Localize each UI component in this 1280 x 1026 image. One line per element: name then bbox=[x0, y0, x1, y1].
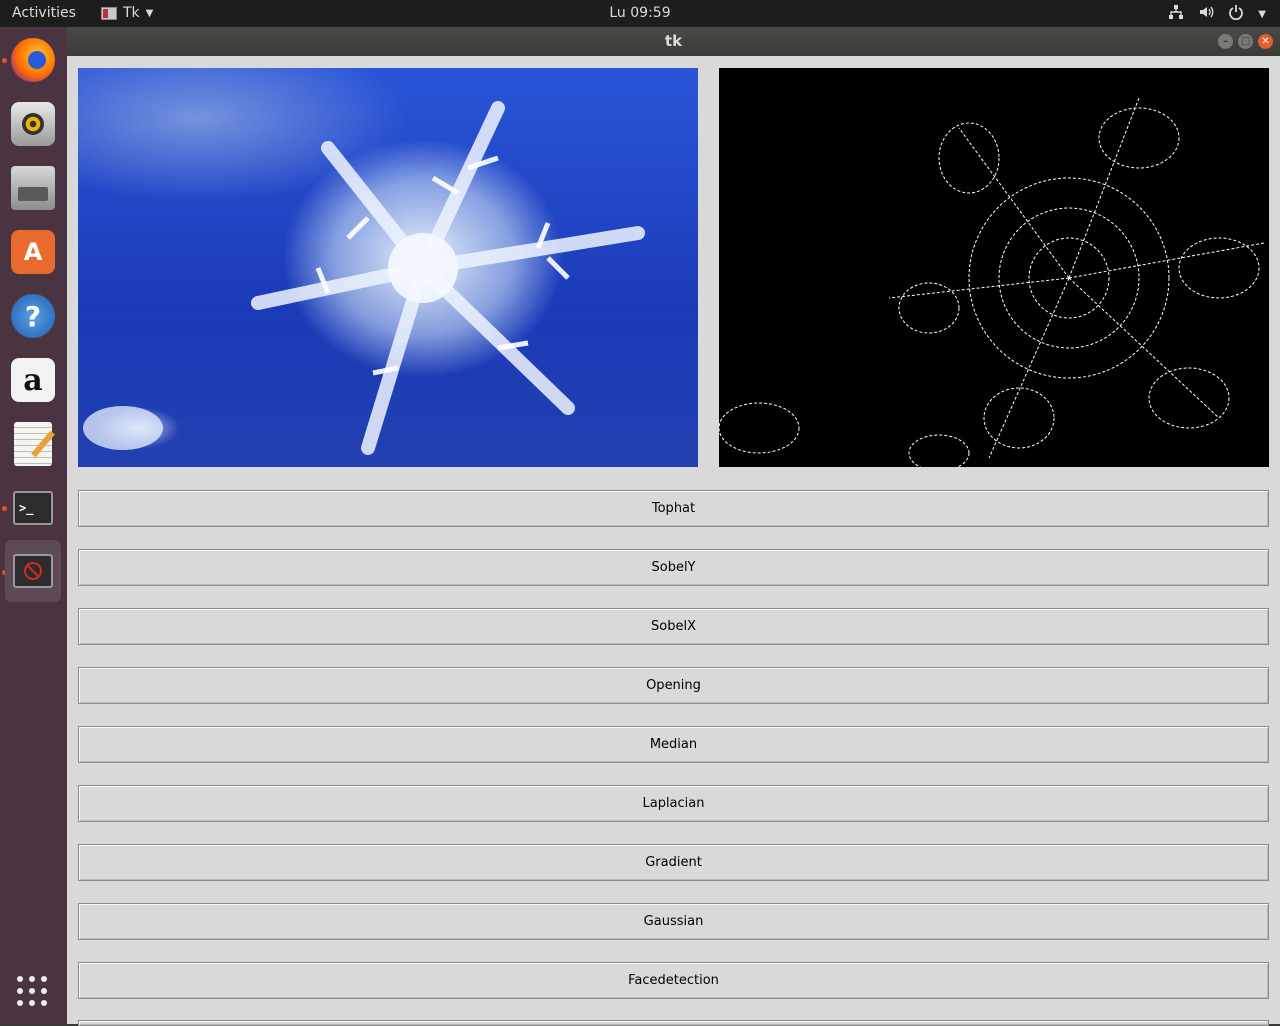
software-bag-icon: A bbox=[11, 230, 55, 274]
tk-app-icon bbox=[13, 554, 53, 588]
tophat-button[interactable]: Tophat bbox=[78, 490, 1269, 527]
app-window: tk – □ ✕ Tophat SobelY SobelX Opening Me… bbox=[67, 27, 1280, 1026]
dock: A ? a >_ bbox=[0, 27, 67, 1024]
gaussian-button[interactable]: Gaussian bbox=[78, 903, 1269, 940]
window-title: tk bbox=[664, 32, 683, 50]
dock-item-rhythmbox[interactable] bbox=[5, 96, 61, 152]
median-button[interactable]: Median bbox=[78, 726, 1269, 763]
text-editor-icon bbox=[14, 422, 55, 466]
minimize-icon[interactable]: – bbox=[1218, 34, 1233, 49]
dock-item-software[interactable]: A bbox=[5, 224, 61, 280]
facedetection-button[interactable]: Facedetection bbox=[78, 962, 1269, 999]
power-icon bbox=[1228, 4, 1244, 24]
window-titlebar[interactable]: tk – □ ✕ bbox=[67, 27, 1280, 56]
rhythmbox-icon bbox=[11, 102, 55, 146]
maximize-icon[interactable]: □ bbox=[1238, 34, 1253, 49]
dock-item-text-editor[interactable] bbox=[5, 416, 61, 472]
sobelx-button[interactable]: SobelX bbox=[78, 608, 1269, 645]
show-apps-grid-icon[interactable] bbox=[17, 976, 49, 1008]
dock-item-help[interactable]: ? bbox=[5, 288, 61, 344]
firefox-icon bbox=[11, 38, 55, 82]
network-icon bbox=[1168, 4, 1184, 24]
dock-item-amazon[interactable]: a bbox=[5, 352, 61, 408]
system-status-area[interactable]: ▼ bbox=[1168, 4, 1266, 24]
amazon-icon: a bbox=[11, 358, 55, 402]
dock-item-tk-app[interactable] bbox=[5, 540, 61, 602]
close-icon[interactable]: ✕ bbox=[1258, 34, 1273, 49]
laplacian-button[interactable]: Laplacian bbox=[78, 785, 1269, 822]
sobely-button[interactable]: SobelY bbox=[78, 549, 1269, 586]
chevron-down-icon: ▼ bbox=[1258, 8, 1266, 20]
dock-item-firefox[interactable] bbox=[5, 32, 61, 88]
help-icon: ? bbox=[11, 294, 55, 338]
original-image bbox=[78, 68, 698, 467]
terminal-icon: >_ bbox=[13, 491, 53, 525]
clock[interactable]: Lu 09:59 bbox=[0, 5, 1280, 21]
volume-icon bbox=[1198, 4, 1214, 24]
processed-edges-image bbox=[719, 68, 1269, 467]
partially-visible-button[interactable] bbox=[78, 1020, 1269, 1026]
dock-item-terminal[interactable]: >_ bbox=[5, 480, 61, 536]
opening-button[interactable]: Opening bbox=[78, 667, 1269, 704]
gradient-button[interactable]: Gradient bbox=[78, 844, 1269, 881]
files-icon bbox=[11, 166, 55, 210]
top-panel: Activities Tk ▼ Lu 09:59 ▼ bbox=[0, 0, 1280, 27]
dock-item-files[interactable] bbox=[5, 160, 61, 216]
